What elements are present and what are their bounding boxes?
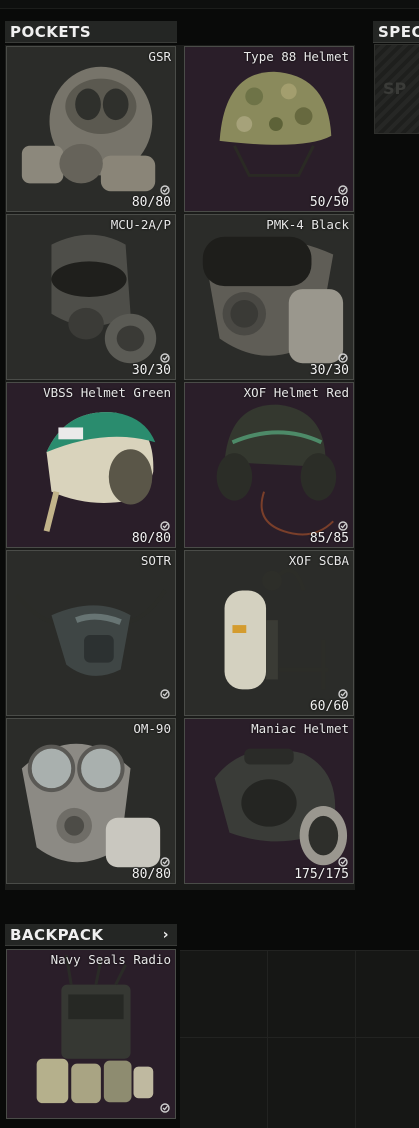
pocket-item-om-90[interactable]: OM-90 80/80 [6, 718, 176, 884]
pockets-header: POCKETS [5, 21, 177, 43]
grid-line [180, 1037, 419, 1038]
item-durability: 30/30 [309, 363, 349, 378]
item-durability: 60/60 [309, 699, 349, 714]
item-name: PMK-4 Black [266, 217, 349, 232]
pocket-item-maniac-helmet[interactable]: Maniac Helmet 175/175 [184, 718, 354, 884]
pocket-item-type-88-helmet[interactable]: Type 88 Helmet 50/50 [184, 46, 354, 212]
item-durability: 30/30 [131, 363, 171, 378]
gas-mask-icon [51, 234, 157, 364]
pocket-item-xof-helmet-red[interactable]: XOF Helmet Red 85/85 [184, 382, 354, 548]
pocket-item-vbss-helmet-green[interactable]: VBSS Helmet Green 80/80 [6, 382, 176, 548]
special-slot-label: SP [383, 79, 407, 98]
item-name: Maniac Helmet [251, 721, 349, 736]
item-name: Navy Seals Radio [50, 952, 171, 967]
item-durability: 80/80 [131, 867, 171, 882]
item-durability: 50/50 [309, 195, 349, 210]
gas-mask-icon [21, 743, 161, 868]
item-durability: 80/80 [131, 195, 171, 210]
item-name: MCU-2A/P [110, 217, 171, 232]
pockets-title: POCKETS [10, 23, 92, 41]
checkmark-icon [160, 521, 170, 531]
item-name: XOF SCBA [288, 553, 349, 568]
item-name: Type 88 Helmet [243, 49, 349, 64]
item-durability: 80/80 [131, 531, 171, 546]
backpack-grid[interactable] [180, 950, 419, 1128]
checkmark-icon [160, 353, 170, 363]
checkmark-icon [338, 521, 348, 531]
special-header: SPEC [373, 21, 419, 43]
checkmark-icon [160, 689, 170, 699]
checkmark-icon [338, 857, 348, 867]
pockets-grid: GSR 80/80 Type 88 Helmet 50/50 MCU-2A/P … [5, 45, 355, 890]
backpack-header[interactable]: BACKPACK › [5, 924, 177, 946]
top-divider [0, 0, 419, 9]
gas-mask-icon [21, 66, 156, 192]
helmet-icon [214, 748, 348, 866]
special-slot[interactable]: SP [374, 44, 419, 134]
item-name: SOTR [140, 553, 171, 568]
checkmark-icon [338, 353, 348, 363]
item-name: XOF Helmet Red [243, 385, 349, 400]
item-name: GSR [148, 49, 171, 64]
pocket-item-pmk-4-black[interactable]: PMK-4 Black 30/30 [184, 214, 354, 380]
item-durability: 175/175 [294, 867, 349, 882]
mask-icon [15, 589, 167, 676]
item-name: VBSS Helmet Green [43, 385, 171, 400]
chevron-right-icon[interactable]: › [163, 924, 169, 946]
grid-line [180, 950, 419, 951]
backpack-title: BACKPACK [10, 926, 104, 944]
pocket-item-sotr[interactable]: SOTR [6, 550, 176, 716]
checkmark-icon [338, 185, 348, 195]
backpack-item-navy-seals-radio[interactable]: Navy Seals Radio [6, 949, 176, 1119]
grid-line [267, 950, 268, 1128]
checkmark-icon [338, 689, 348, 699]
pocket-item-gsr[interactable]: GSR 80/80 [6, 46, 176, 212]
checkmark-icon [160, 185, 170, 195]
air-tank-icon [224, 568, 329, 690]
special-title: SPEC [378, 23, 419, 41]
checkmark-icon [160, 857, 170, 867]
gas-mask-icon [202, 236, 344, 364]
helmet-icon [219, 71, 332, 177]
item-name: OM-90 [133, 721, 171, 736]
checkmark-icon [160, 1103, 170, 1113]
grid-line [355, 950, 356, 1128]
pocket-item-xof-scba[interactable]: XOF SCBA 60/60 [184, 550, 354, 716]
helmet-icon [216, 404, 337, 536]
radio-pack-icon [36, 954, 154, 1104]
helmet-icon [43, 412, 156, 532]
item-durability: 85/85 [309, 531, 349, 546]
pocket-item-mcu-2a-p[interactable]: MCU-2A/P 30/30 [6, 214, 176, 380]
